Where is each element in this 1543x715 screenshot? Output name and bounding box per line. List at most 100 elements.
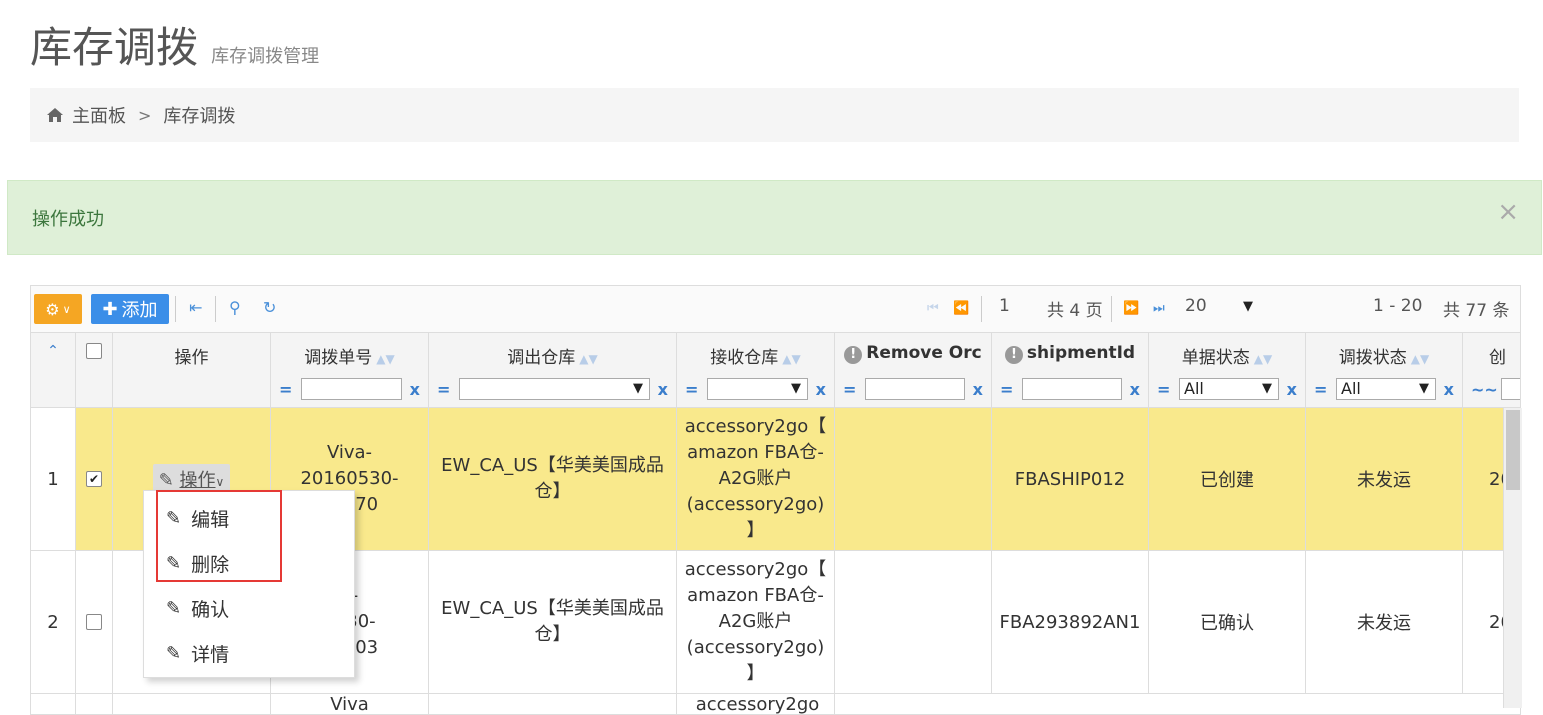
last-page-icon[interactable]: ⏭	[1153, 301, 1165, 316]
add-button[interactable]: ✚ 添加	[91, 294, 169, 324]
refresh-icon[interactable]: ↻	[263, 298, 276, 317]
column-created-label: 创	[1489, 348, 1506, 368]
transfer-status-cell: 未发运	[1306, 551, 1463, 693]
filter-eq[interactable]: =	[1000, 380, 1022, 399]
shipment-id-cell: FBA293892AN1	[992, 551, 1149, 693]
info-icon: !	[1004, 346, 1023, 364]
menu-item-delete-label: 删除	[191, 554, 230, 576]
created-filter-input[interactable]	[1501, 378, 1520, 400]
clear-filter-icon[interactable]: x	[808, 380, 826, 399]
prev-page-icon[interactable]: ⏪	[953, 301, 969, 316]
clear-filter-icon[interactable]: x	[1122, 380, 1140, 399]
transfer-status-filter-select[interactable]: All ▼	[1336, 378, 1436, 400]
page-subtitle: 库存调拨管理	[211, 46, 320, 67]
sort-icon[interactable]: ▲▼	[376, 352, 394, 366]
chevron-down-icon: ▼	[1419, 381, 1429, 396]
filter-eq[interactable]: =	[1314, 380, 1336, 399]
column-order-no-label: 调拨单号	[304, 348, 373, 368]
column-doc-status[interactable]: 单据状态 ▲▼ = All ▼ x	[1149, 333, 1306, 407]
expand-column[interactable]: ⌃	[31, 333, 76, 407]
out-warehouse-filter-select[interactable]: ▼	[459, 378, 650, 400]
column-op: 操作	[113, 333, 271, 407]
chevron-down-icon[interactable]: ▼	[1243, 299, 1253, 314]
toolbar-divider	[1111, 296, 1112, 322]
in-warehouse-cell: accessory2go【 amazon FBA仓- A2G账户 (accessory…	[677, 551, 835, 693]
filter-range[interactable]: ~~	[1471, 380, 1498, 399]
filter-eq[interactable]: =	[685, 380, 707, 399]
remove-order-filter-input[interactable]	[865, 378, 965, 400]
chevron-down-icon: ▼	[791, 381, 801, 396]
menu-item-delete[interactable]: ✎ 删除	[166, 550, 229, 577]
column-op-label: 操作	[174, 348, 209, 368]
column-doc-status-label: 单据状态	[1181, 348, 1250, 368]
total-pages: 共 4 页	[1047, 301, 1103, 321]
column-remove-order-label: Remove Orc	[866, 343, 982, 363]
clear-filter-icon[interactable]: x	[1279, 380, 1297, 399]
menu-item-detail[interactable]: ✎ 详情	[166, 640, 229, 667]
column-shipment-id[interactable]: ! shipmentId = x	[992, 333, 1149, 407]
sort-icon[interactable]: ▲▼	[1411, 352, 1429, 366]
doc-status-filter-value: All	[1184, 379, 1204, 398]
menu-item-edit-label: 编辑	[191, 509, 230, 531]
in-warehouse-filter-select[interactable]: ▼	[707, 378, 808, 400]
first-page-icon[interactable]: ⏮	[927, 301, 939, 316]
column-transfer-status[interactable]: 调拨状态 ▲▼ = All ▼ x	[1306, 333, 1463, 407]
row-select	[76, 694, 113, 714]
chevron-right-icon: >	[138, 105, 152, 125]
transfer-status-cell: 未发运	[1306, 408, 1463, 550]
in-warehouse-cell: accessory2go【amazon	[677, 694, 835, 714]
filter-eq[interactable]: =	[1157, 380, 1179, 399]
filter-eq[interactable]: =	[437, 380, 459, 399]
row-checkbox[interactable]	[86, 614, 102, 630]
menu-item-edit[interactable]: ✎ 编辑	[166, 505, 229, 532]
filter-eq[interactable]: =	[279, 380, 301, 399]
edit-icon: ✎	[166, 598, 182, 619]
column-transfer-status-label: 调拨状态	[1338, 348, 1407, 368]
column-in-warehouse[interactable]: 接收仓库 ▲▼ = ▼ x	[677, 333, 835, 407]
clear-filter-icon[interactable]: x	[965, 380, 983, 399]
record-total: 共 77 条	[1443, 301, 1510, 321]
column-out-warehouse[interactable]: 调出仓库 ▲▼ = ▼ x	[429, 333, 677, 407]
clear-filter-icon[interactable]: x	[1436, 380, 1454, 399]
record-range: 1 - 20	[1373, 296, 1423, 316]
order-no-line: Viva-	[326, 442, 373, 463]
page-size-select[interactable]: 20	[1185, 296, 1207, 316]
column-in-warehouse-label: 接收仓库	[710, 348, 779, 368]
alert-message: 操作成功	[32, 208, 104, 230]
breadcrumb-home[interactable]: 主面板	[72, 102, 126, 128]
search-icon[interactable]: ⚲	[229, 298, 241, 317]
next-page-icon[interactable]: ⏩	[1123, 301, 1139, 316]
in-warehouse-line: (accessory2go)	[686, 494, 825, 515]
gear-icon: ⚙	[45, 299, 60, 319]
clear-filter-icon[interactable]: x	[650, 380, 668, 399]
column-remove-order[interactable]: ! Remove Orc = x	[835, 333, 992, 407]
menu-item-confirm[interactable]: ✎ 确认	[166, 595, 229, 622]
sort-icon[interactable]: ▲▼	[1254, 352, 1272, 366]
settings-button[interactable]: ⚙ ∨	[34, 294, 82, 324]
row-checkbox[interactable]: ✔	[86, 471, 102, 487]
sort-icon[interactable]: ▲▼	[782, 352, 800, 366]
page-input[interactable]: 1	[999, 296, 1010, 316]
column-order-no[interactable]: 调拨单号 ▲▼ = x	[271, 333, 429, 407]
order-no-filter-input[interactable]	[301, 378, 402, 400]
table-row[interactable]: Viva accessory2go【amazon	[31, 694, 1520, 714]
toolbar-divider	[215, 296, 216, 322]
filter-eq[interactable]: =	[843, 380, 865, 399]
order-no-line: 20160530-	[300, 468, 399, 489]
sort-icon[interactable]: ▲▼	[579, 352, 597, 366]
add-button-label: 添加	[121, 300, 158, 321]
shipment-id-filter-input[interactable]	[1022, 378, 1122, 400]
select-all-checkbox[interactable]	[86, 343, 102, 359]
chevron-down-icon: ∨	[215, 475, 225, 489]
chevron-up-icon[interactable]: ⌃	[31, 343, 75, 359]
column-created[interactable]: 创 ~~	[1463, 333, 1520, 407]
clear-filter-icon[interactable]: x	[402, 380, 420, 399]
doc-status-cell: 已创建	[1149, 408, 1306, 550]
doc-status-filter-select[interactable]: All ▼	[1179, 378, 1279, 400]
vertical-scrollbar[interactable]	[1503, 408, 1522, 708]
collapse-icon[interactable]: ⇤	[189, 298, 202, 317]
column-shipment-id-label: shipmentId	[1026, 343, 1136, 363]
op-dropdown-menu: ✎ 编辑 ✎ 删除 ✎ 确认 ✎ 详情	[143, 490, 355, 678]
scrollbar-thumb[interactable]	[1506, 410, 1520, 490]
close-icon[interactable]: ×	[1497, 197, 1519, 227]
